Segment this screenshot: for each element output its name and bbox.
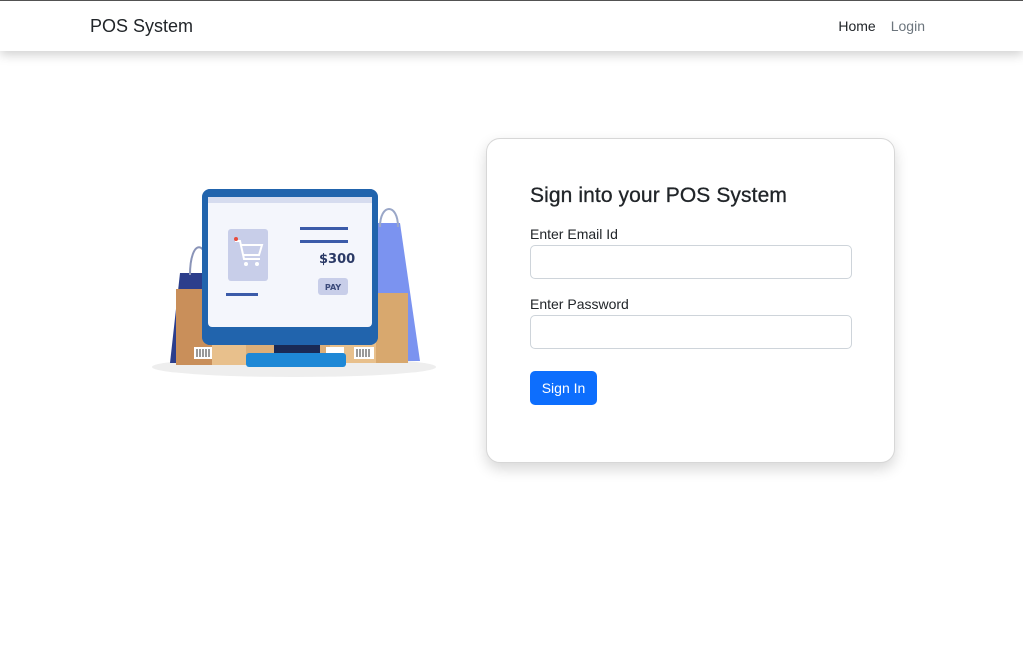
pos-illustration: $300 PAY <box>150 183 440 383</box>
email-input[interactable] <box>530 245 852 279</box>
nav-link-home[interactable]: Home <box>838 18 875 34</box>
pos-terminal-illustration-icon: $300 PAY <box>152 189 436 377</box>
brand-link[interactable]: POS System <box>90 16 193 37</box>
nav-link-login[interactable]: Login <box>891 18 925 34</box>
login-title: Sign into your POS System <box>530 184 787 207</box>
email-label: Enter Email Id <box>530 226 618 242</box>
nav-links: Home Login <box>838 18 925 34</box>
top-navbar: POS System Home Login <box>0 1 1023 51</box>
password-input[interactable] <box>530 315 852 349</box>
price-text: $300 <box>319 252 355 267</box>
sign-in-button[interactable]: Sign In <box>530 371 597 405</box>
login-card: Sign into your POS System Enter Email Id… <box>486 138 895 463</box>
password-label: Enter Password <box>530 296 629 312</box>
pay-text: PAY <box>325 283 342 292</box>
